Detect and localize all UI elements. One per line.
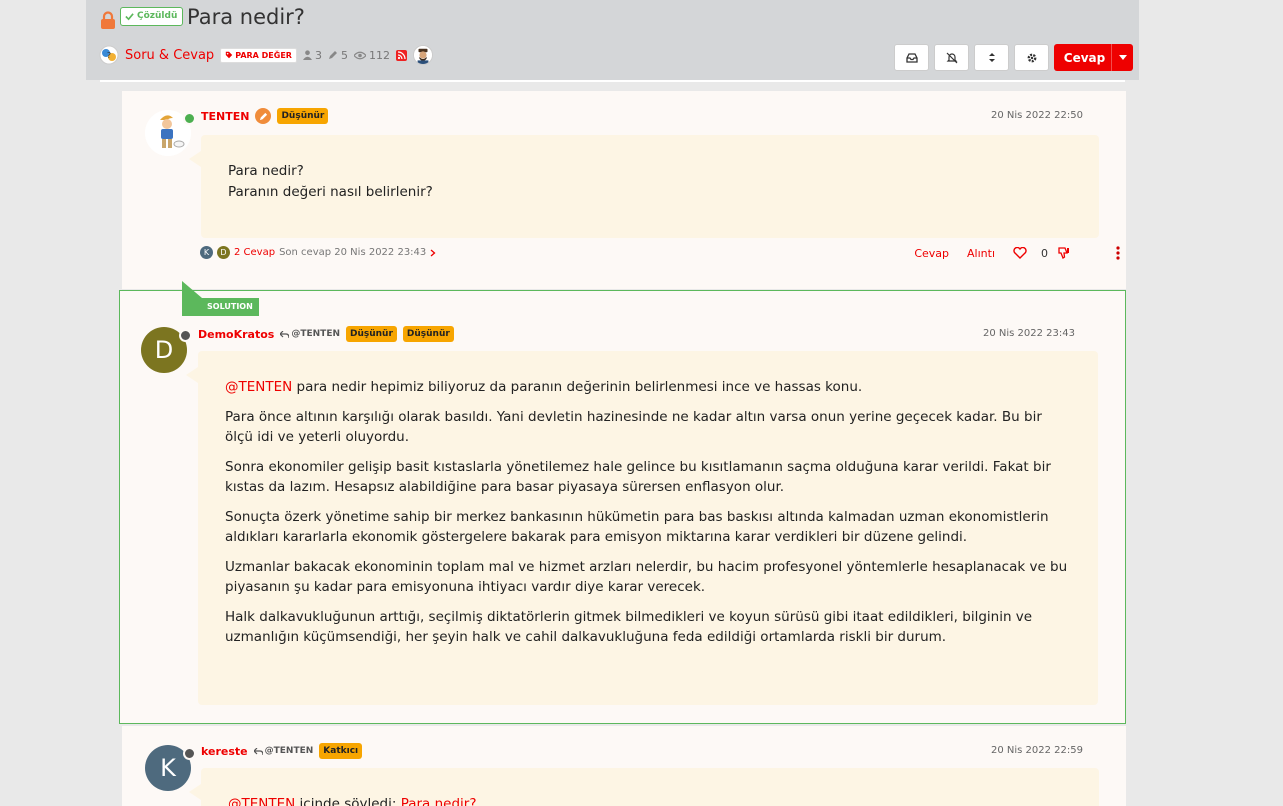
post-main: TENTEN Düşünür 20 Nis 2022 22:50 Para ne… (122, 91, 1126, 289)
post-header: TENTEN Düşünür (201, 108, 329, 124)
watch-button[interactable] (934, 44, 969, 71)
header-divider (100, 80, 1125, 82)
inbox-icon (905, 52, 918, 63)
post-paragraph: Para önce altının karşılığı olarak basıl… (225, 408, 1042, 446)
reply-avatar: K (200, 246, 213, 259)
rank-badge: Düşünür (402, 326, 454, 342)
post-content: @TENTEN içinde söyledi: Para nedir? (189, 768, 1099, 806)
post-actions: Cevap Alıntı 0 (914, 246, 1120, 260)
reply-link[interactable]: Cevap (914, 247, 949, 260)
post-footer: K D 2 Cevap Son cevap 20 Nis 2022 23:43 … (200, 246, 1120, 264)
category-icon: ? (99, 45, 119, 65)
bell-slash-icon (946, 52, 957, 63)
mention-link[interactable]: @TENTEN (228, 796, 295, 806)
online-status-dot (183, 112, 196, 125)
reply-arrow-icon (280, 330, 290, 338)
topic-link[interactable]: Para nedir? (401, 796, 477, 806)
tools-button[interactable] (1014, 44, 1049, 71)
post-header: kereste @TENTEN Katkıcı (201, 743, 363, 759)
posters-value: 3 (314, 48, 322, 62)
sort-icon (988, 53, 995, 62)
lock-icon (101, 11, 115, 29)
gear-icon (1027, 53, 1036, 62)
post-reply: K kereste @TENTEN Katkıcı 20 Nis 2022 22… (122, 726, 1126, 806)
author-badge-icon (255, 108, 272, 124)
last-reply: Son cevap 20 Nis 2022 23:43 (279, 247, 427, 258)
post-paragraph: Halk dalkavukluğunun arttığı, seçilmiş d… (225, 608, 1033, 646)
paragraph-text: içinde söyledi: (295, 796, 401, 806)
reply-to[interactable]: @TENTEN (280, 329, 340, 339)
post-header: DemoKratos @TENTEN Düşünür Düşünür (198, 326, 454, 342)
pencil-icon (259, 112, 268, 120)
reply-button[interactable]: Cevap (1054, 44, 1133, 71)
thumbs-down-icon[interactable] (1058, 247, 1070, 259)
reply-avatar: D (217, 246, 230, 259)
post-paragraph: Paranın değeri nasıl belirlenir? (228, 183, 433, 200)
post-timestamp[interactable]: 20 Nis 2022 22:59 (991, 745, 1083, 756)
post-avatar-wrap[interactable]: D (141, 327, 192, 373)
page-title: Para nedir? (187, 5, 305, 29)
heart-icon[interactable] (1013, 247, 1027, 259)
category-link[interactable]: Soru & Cevap (125, 48, 214, 63)
rank-badge: Düşünür (277, 108, 329, 124)
views-value: 112 (368, 48, 390, 62)
tag-icon (225, 51, 233, 59)
paragraph-text: para nedir hepimiz biliyoruz da paranın … (292, 379, 863, 395)
topic-meta: ? Soru & Cevap PARA DEĞER 3 5 112 (99, 44, 433, 66)
quote-link[interactable]: Alıntı (967, 247, 995, 260)
inbox-button[interactable] (894, 44, 929, 71)
vote-count: 0 (1041, 246, 1048, 260)
tag-label: PARA DEĞER (235, 50, 292, 60)
pencil-icon (328, 51, 337, 59)
reply-button-label: Cevap (1063, 50, 1106, 65)
svg-text:?: ? (107, 51, 111, 60)
post-avatar-wrap[interactable]: K (145, 745, 196, 791)
eye-icon (353, 51, 366, 59)
post-solution: D DemoKratos @TENTEN Düşünür Düşünür 20 … (119, 290, 1126, 724)
solution-label: SOLUTION (207, 302, 253, 311)
views-count: 112 (353, 48, 390, 62)
rss-icon[interactable] (395, 49, 407, 61)
reply-to[interactable]: @TENTEN (253, 746, 314, 756)
posts-value: 5 (340, 48, 348, 62)
sort-button[interactable] (974, 44, 1009, 71)
posts-count: 5 (328, 49, 348, 62)
posters-count: 3 (302, 48, 322, 62)
replies-summary[interactable]: K D 2 Cevap Son cevap 20 Nis 2022 23:43 (200, 246, 436, 259)
post-paragraph: Sonra ekonomiler gelişip basit kıstaslar… (225, 458, 1051, 496)
poster-avatar[interactable] (412, 45, 433, 65)
solved-label: Çözüldü (137, 11, 178, 21)
post-avatar-wrap[interactable] (145, 110, 196, 156)
reply-to-label: @TENTEN (264, 746, 314, 756)
post-content: Para nedir? Paranın değeri nasıl belirle… (189, 135, 1099, 238)
offline-status-dot (179, 329, 192, 342)
username[interactable]: kereste (201, 745, 248, 758)
user-icon (302, 50, 312, 60)
topic-header: Çözüldü Para nedir? ? Soru & Cevap PARA … (86, 0, 1139, 80)
reply-to-label: @TENTEN (291, 329, 340, 339)
caret-down-icon (1118, 55, 1127, 60)
reply-arrow-icon (253, 747, 263, 755)
mention-link[interactable]: @TENTEN (225, 379, 292, 395)
tag-badge[interactable]: PARA DEĞER (220, 47, 297, 63)
check-icon (125, 13, 134, 21)
topic-toolbar: Cevap (894, 44, 1133, 71)
rank-badge: Katkıcı (319, 743, 363, 759)
post-paragraph: @TENTEN para nedir hepimiz biliyoruz da … (225, 377, 1071, 398)
chevron-right-icon (430, 249, 436, 256)
post-content: @TENTEN para nedir hepimiz biliyoruz da … (186, 351, 1098, 705)
replies-count: 2 Cevap (234, 247, 276, 258)
post-paragraph: Para nedir? (228, 163, 304, 179)
solved-badge: Çözüldü (120, 7, 184, 26)
post-timestamp[interactable]: 20 Nis 2022 22:50 (991, 110, 1083, 121)
username[interactable]: TENTEN (201, 110, 249, 123)
post-paragraph: Uzmanlar bakacak ekonominin toplam mal v… (225, 558, 1068, 596)
rank-badge: Düşünür (346, 326, 397, 342)
post-paragraph: Sonuçta özerk yönetime sahip bir merkez … (225, 508, 1049, 546)
offline-status-dot (183, 747, 196, 760)
username[interactable]: DemoKratos (198, 328, 274, 341)
post-timestamp[interactable]: 20 Nis 2022 23:43 (983, 328, 1075, 339)
more-options-icon[interactable] (1116, 246, 1120, 260)
reply-dropdown[interactable] (1111, 44, 1133, 71)
